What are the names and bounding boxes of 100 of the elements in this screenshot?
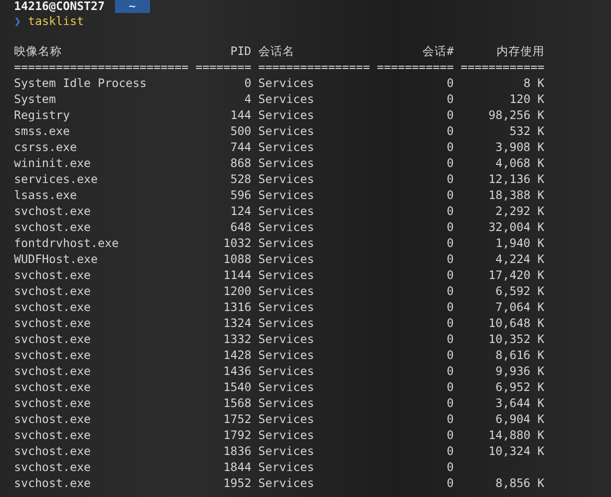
table-cell-text: 0 xyxy=(446,219,454,235)
table-cell-text: 2,292 K xyxy=(494,203,544,219)
table-cell-text: 98,256 K xyxy=(488,107,544,123)
column-header: PID xyxy=(229,43,252,59)
table-cell-text: 1200 xyxy=(222,283,252,299)
table-cell-text: 500 xyxy=(229,123,252,139)
table-cell-text: 1436 xyxy=(222,363,252,379)
table-cell-text: Services xyxy=(258,171,316,187)
table-cell-text: services.exe xyxy=(14,171,99,187)
prompt-symbol: ❯ xyxy=(14,13,21,29)
table-cell-text: svchost.exe xyxy=(14,459,92,475)
table-cell-text: Services xyxy=(258,219,316,235)
table-cell-text: 6,952 K xyxy=(494,379,544,395)
table-cell-text: 648 xyxy=(229,219,252,235)
table-cell-text: 1032 xyxy=(222,235,252,251)
table-cell-text: 868 xyxy=(229,155,252,171)
table-cell-text: 8 K xyxy=(522,75,544,91)
table-cell-text: 8,616 K xyxy=(494,347,544,363)
table-cell-text: 18,388 K xyxy=(488,187,544,203)
table-cell-text: svchost.exe xyxy=(14,283,92,299)
table-cell-text: Services xyxy=(258,379,316,395)
table-cell-text: 0 xyxy=(446,283,454,299)
table-cell-text: 0 xyxy=(446,363,454,379)
table-cell-text: 124 xyxy=(229,203,252,219)
table-cell-text: 1316 xyxy=(222,299,252,315)
table-cell-text: svchost.exe xyxy=(14,267,92,283)
table-cell-text: 14,880 K xyxy=(488,427,544,443)
table-cell-text: 1540 xyxy=(222,379,252,395)
table-cell-text: 8,856 K xyxy=(494,475,544,491)
table-cell-text: svchost.exe xyxy=(14,379,92,395)
table-cell-text: Services xyxy=(258,411,316,427)
table-cell-text: svchost.exe xyxy=(14,315,92,331)
table-cell-text: 10,352 K xyxy=(488,331,544,347)
table-cell-text: 1,940 K xyxy=(494,235,544,251)
table-cell-text: 0 xyxy=(446,267,454,283)
table-cell-text: smss.exe xyxy=(14,123,71,139)
table-cell-text: Services xyxy=(258,91,316,107)
table-cell-text: 0 xyxy=(446,379,454,395)
table-cell-text: 0 xyxy=(446,155,454,171)
table-cell-text: Services xyxy=(258,347,316,363)
table-cell-text: svchost.exe xyxy=(14,475,92,491)
table-cell-text: Services xyxy=(258,459,316,475)
table-cell-text: 6,904 K xyxy=(494,411,544,427)
table-cell-text: 1568 xyxy=(222,395,252,411)
table-cell-text: 4 xyxy=(243,91,252,107)
table-cell-text: 0 xyxy=(446,187,454,203)
table-cell-text: 0 xyxy=(446,331,454,347)
table-cell-text: Services xyxy=(258,315,316,331)
table-cell-text: svchost.exe xyxy=(14,219,92,235)
table-cell-text: WUDFHost.exe xyxy=(14,251,99,267)
table-cell-text: Services xyxy=(258,107,316,123)
table-cell-text: svchost.exe xyxy=(14,203,92,219)
table-cell-text: csrss.exe xyxy=(14,139,78,155)
table-cell-text: 0 xyxy=(243,75,252,91)
table-cell-text: 0 xyxy=(446,427,454,443)
table-cell-text: Services xyxy=(258,75,316,91)
table-cell-text: Services xyxy=(258,427,316,443)
table-cell-text: Services xyxy=(258,203,316,219)
table-cell-text: svchost.exe xyxy=(14,347,92,363)
table-cell-text: 0 xyxy=(446,203,454,219)
table-cell-text: Services xyxy=(258,395,316,411)
table-cell-text: Registry xyxy=(14,107,71,123)
table-cell-text: 6,592 K xyxy=(494,283,544,299)
column-header: 内存使用 xyxy=(495,43,544,59)
table-cell-text: Services xyxy=(258,299,316,315)
table-cell-text: svchost.exe xyxy=(14,443,92,459)
user-host: 14216@CONST27 xyxy=(14,0,105,13)
table-cell-text: Services xyxy=(258,155,316,171)
table-cell-text: Services xyxy=(258,123,316,139)
table-cell-text: 0 xyxy=(446,91,454,107)
table-cell-text: 3,908 K xyxy=(494,139,544,155)
table-cell-text: 3,644 K xyxy=(494,395,544,411)
path-badge: ~ xyxy=(114,0,150,13)
table-cell-text: 0 xyxy=(446,123,454,139)
separator-line: ============ xyxy=(460,59,544,75)
table-cell-text: lsass.exe xyxy=(14,187,78,203)
command-text: tasklist xyxy=(28,13,84,29)
table-cell-text: Services xyxy=(258,187,316,203)
table-cell-text: svchost.exe xyxy=(14,363,92,379)
table-cell-text: 1332 xyxy=(222,331,252,347)
table-cell-text: 0 xyxy=(446,299,454,315)
table-cell-text: 0 xyxy=(446,171,454,187)
table-cell-text: svchost.exe xyxy=(14,395,92,411)
separator-line: ======== xyxy=(195,59,252,75)
table-cell-text: 0 xyxy=(446,107,454,123)
table-cell-text: Services xyxy=(258,443,316,459)
table-cell-text: 744 xyxy=(229,139,252,155)
table-cell-text: 596 xyxy=(229,187,252,203)
table-cell-text: 4,068 K xyxy=(494,155,544,171)
table-cell-text: 0 xyxy=(446,315,454,331)
table-cell-text: 0 xyxy=(446,475,454,491)
column-header: 会话# xyxy=(422,43,454,59)
table-cell-text: 1844 xyxy=(222,459,252,475)
table-cell-text: 7,064 K xyxy=(494,299,544,315)
table-cell-text: 0 xyxy=(446,395,454,411)
table-cell-text: fontdrvhost.exe xyxy=(14,235,120,251)
table-cell-text: Services xyxy=(258,139,316,155)
table-cell-text: 0 xyxy=(446,459,454,475)
table-cell-text: 532 K xyxy=(508,123,544,139)
table-cell-text: wininit.exe xyxy=(14,155,92,171)
